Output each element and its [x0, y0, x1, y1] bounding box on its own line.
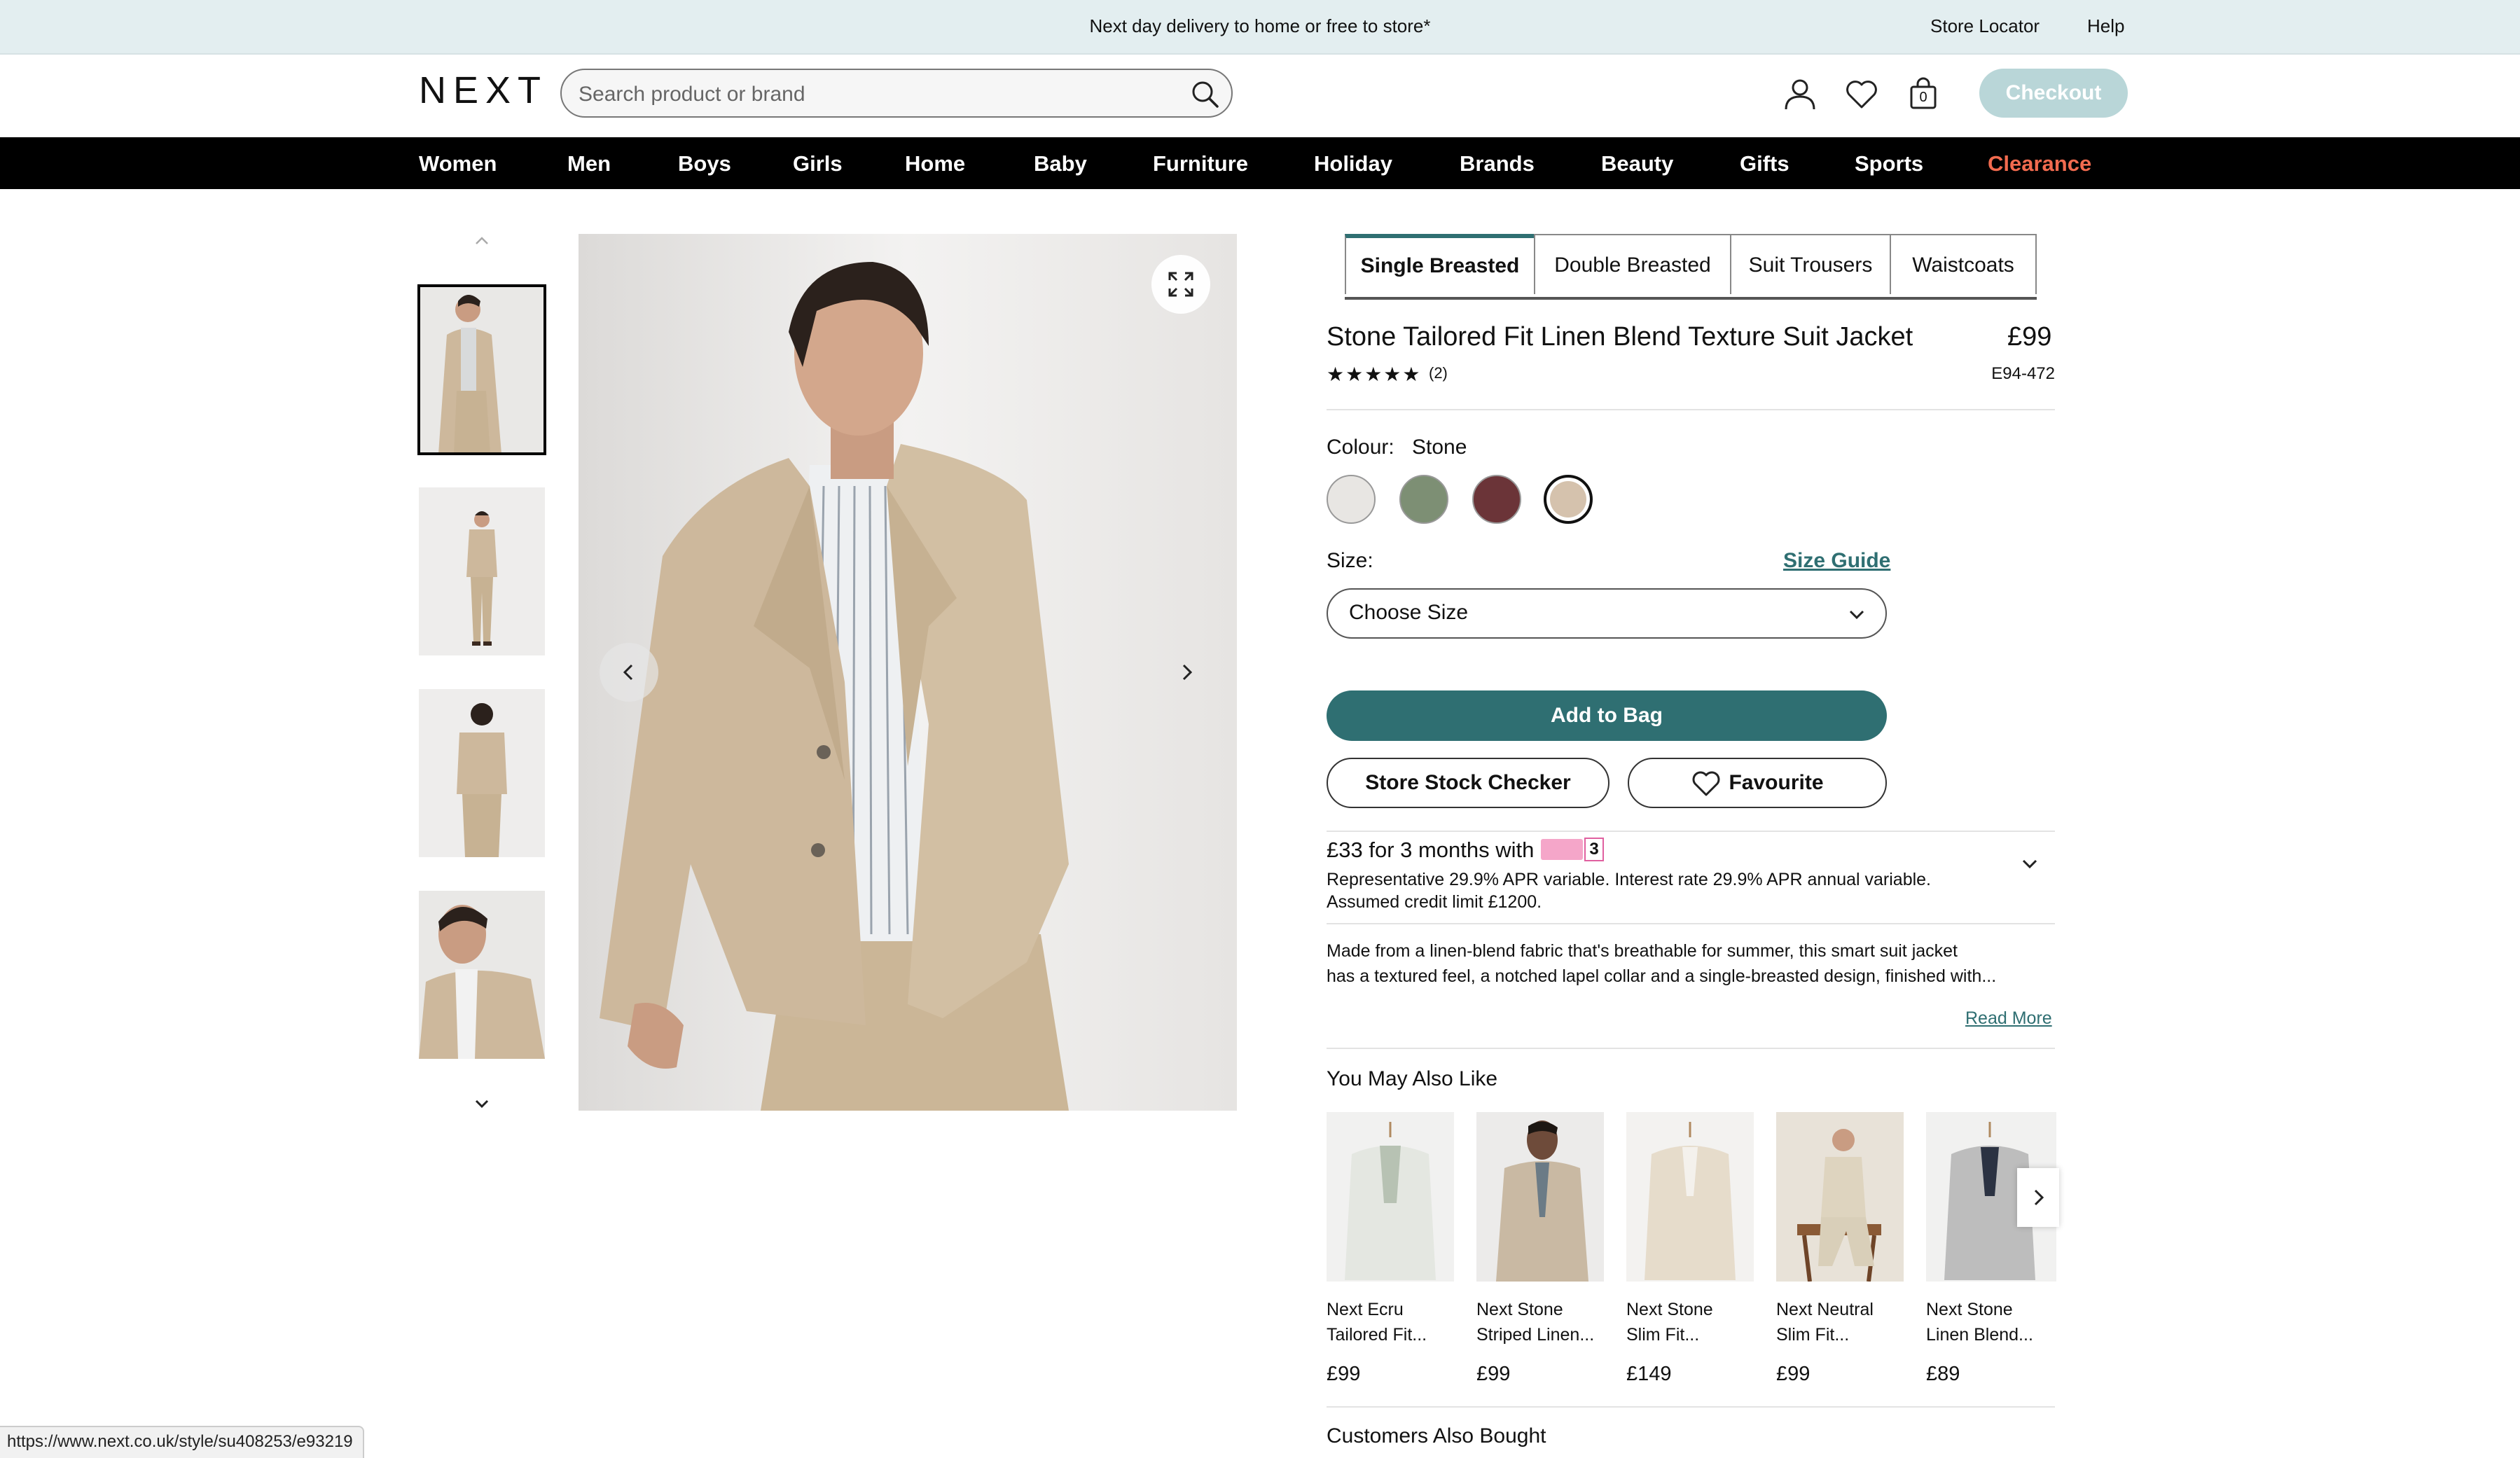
tab-waistcoats[interactable]: Waistcoats: [1890, 234, 2037, 294]
account-icon[interactable]: [1782, 76, 1818, 112]
divider: [1327, 1406, 2055, 1408]
bag-count: 0: [1919, 90, 1927, 105]
nav-women[interactable]: Women: [419, 151, 497, 176]
chevron-down-icon[interactable]: [2017, 852, 2042, 877]
bag-icon[interactable]: 0: [1905, 76, 1941, 112]
favourite-button[interactable]: Favourite: [1628, 758, 1887, 808]
chevron-down-icon: [1849, 610, 1864, 620]
thumbnail-1[interactable]: [417, 284, 546, 455]
delivery-message[interactable]: Next day delivery to home or free to sto…: [0, 15, 2520, 37]
rec-price-5: £89: [1926, 1363, 1960, 1385]
favourite-label: Favourite: [1729, 771, 1824, 794]
nav-furniture[interactable]: Furniture: [1153, 151, 1248, 176]
thumbnail-3[interactable]: [419, 689, 545, 857]
customers-also-bought-title: Customers Also Bought: [1327, 1424, 1546, 1447]
product-title: Stone Tailored Fit Linen Blend Texture S…: [1327, 322, 1913, 352]
search-input[interactable]: Search product or brand: [560, 69, 1233, 118]
payin3-number: 3: [1584, 838, 1604, 861]
nav-men[interactable]: Men: [567, 151, 611, 176]
payin3-title: £33 for 3 months with: [1327, 838, 1535, 862]
search-icon[interactable]: [1189, 78, 1220, 109]
product-price: £99: [2007, 322, 2052, 352]
read-more-link[interactable]: Read More: [1965, 1008, 2052, 1029]
chevron-right-icon: [2034, 1189, 2044, 1206]
description-line-1: Made from a linen-blend fabric that's br…: [1327, 941, 1958, 961]
recommendations-next-button[interactable]: [2017, 1168, 2059, 1227]
main-nav: Women Men Boys Girls Home Baby Furniture…: [0, 137, 2520, 189]
size-guide-link[interactable]: Size Guide: [1783, 549, 1890, 573]
image-next-button[interactable]: [1157, 643, 1216, 702]
image-prev-button[interactable]: [600, 643, 658, 702]
main-product-image[interactable]: [579, 234, 1237, 1111]
rec-image-3[interactable]: [1626, 1112, 1754, 1282]
swatch-sage[interactable]: [1399, 475, 1448, 524]
divider: [1327, 831, 2055, 832]
rec-price-3: £149: [1626, 1363, 1672, 1385]
size-select[interactable]: Choose Size: [1327, 588, 1887, 639]
status-url: https://www.next.co.uk/style/su408253/e9…: [0, 1426, 364, 1458]
checkout-button[interactable]: Checkout: [1979, 69, 2128, 118]
nav-girls[interactable]: Girls: [793, 151, 843, 176]
chevron-right-icon: [1182, 664, 1193, 681]
nav-brands[interactable]: Brands: [1460, 151, 1535, 176]
store-stock-checker-button[interactable]: Store Stock Checker: [1327, 758, 1609, 808]
heart-icon: [1693, 771, 1720, 796]
colour-label: Colour:: [1327, 436, 1394, 459]
colour-value: Stone: [1412, 436, 1467, 459]
divider: [1327, 1048, 2055, 1049]
nav-sports[interactable]: Sports: [1855, 151, 1923, 176]
payin3-credit-limit: Assumed credit limit £1200.: [1327, 892, 1542, 912]
rec-image-2[interactable]: [1476, 1112, 1604, 1282]
size-label: Size:: [1327, 549, 1373, 572]
expand-button[interactable]: [1151, 255, 1210, 314]
nav-gifts[interactable]: Gifts: [1740, 151, 1789, 176]
next-logo[interactable]: NEXT: [419, 69, 548, 112]
payin3-terms: Representative 29.9% APR variable. Inter…: [1327, 870, 1932, 889]
nav-baby[interactable]: Baby: [1034, 151, 1087, 176]
review-count[interactable]: (2): [1429, 364, 1448, 382]
chevron-down-icon[interactable]: [468, 1090, 496, 1118]
thumbnail-4[interactable]: [419, 891, 545, 1059]
thumbnail-2[interactable]: [419, 487, 545, 655]
heart-icon[interactable]: [1843, 76, 1880, 112]
size-select-value: Choose Size: [1349, 601, 1469, 624]
swatch-ecru[interactable]: [1327, 475, 1376, 524]
nav-beauty[interactable]: Beauty: [1601, 151, 1673, 176]
expand-icon: [1168, 272, 1193, 297]
style-tabs: Single Breasted Double Breasted Suit Tro…: [1345, 234, 2037, 300]
nav-home[interactable]: Home: [905, 151, 965, 176]
rec-price-2: £99: [1476, 1363, 1511, 1385]
swatch-stone-selected[interactable]: [1544, 475, 1593, 524]
tab-suit-trousers[interactable]: Suit Trousers: [1730, 234, 1891, 294]
product-code: E94-472: [1991, 364, 2055, 383]
rating-stars[interactable]: ★★★★★: [1327, 363, 1422, 386]
rec-name-2[interactable]: Next Stone Striped Linen...: [1476, 1297, 1604, 1347]
help-link[interactable]: Help: [2087, 15, 2124, 37]
divider: [1327, 409, 2055, 410]
rec-name-5[interactable]: Next Stone Linen Blend...: [1926, 1297, 2054, 1347]
rec-name-1[interactable]: Next Ecru Tailored Fit...: [1327, 1297, 1454, 1347]
rec-price-4: £99: [1776, 1363, 1811, 1385]
rec-price-1: £99: [1327, 1363, 1361, 1385]
nav-clearance[interactable]: Clearance: [1988, 151, 2091, 176]
payin3-logo: 3: [1541, 838, 1604, 861]
tab-double-breasted[interactable]: Double Breasted: [1534, 234, 1731, 294]
nav-boys[interactable]: Boys: [678, 151, 731, 176]
chevron-up-icon[interactable]: [468, 227, 496, 255]
rec-name-4[interactable]: Next Neutral Slim Fit...: [1776, 1297, 1904, 1347]
rec-image-1[interactable]: [1327, 1112, 1454, 1282]
store-locator-link[interactable]: Store Locator: [1930, 15, 2040, 37]
tab-single-breasted[interactable]: Single Breasted: [1345, 234, 1535, 294]
rec-image-4[interactable]: [1776, 1112, 1904, 1282]
swatch-burgundy[interactable]: [1472, 475, 1521, 524]
you-may-also-like-title: You May Also Like: [1327, 1067, 1498, 1090]
divider: [1327, 923, 2055, 924]
nav-holiday[interactable]: Holiday: [1314, 151, 1392, 176]
add-to-bag-button[interactable]: Add to Bag: [1327, 690, 1887, 741]
description-line-2: has a textured feel, a notched lapel col…: [1327, 966, 1997, 986]
rec-name-3[interactable]: Next Stone Slim Fit...: [1626, 1297, 1754, 1347]
chevron-left-icon: [623, 664, 633, 681]
delivery-banner: Next day delivery to home or free to sto…: [0, 0, 2520, 55]
search-placeholder: Search product or brand: [579, 83, 805, 106]
